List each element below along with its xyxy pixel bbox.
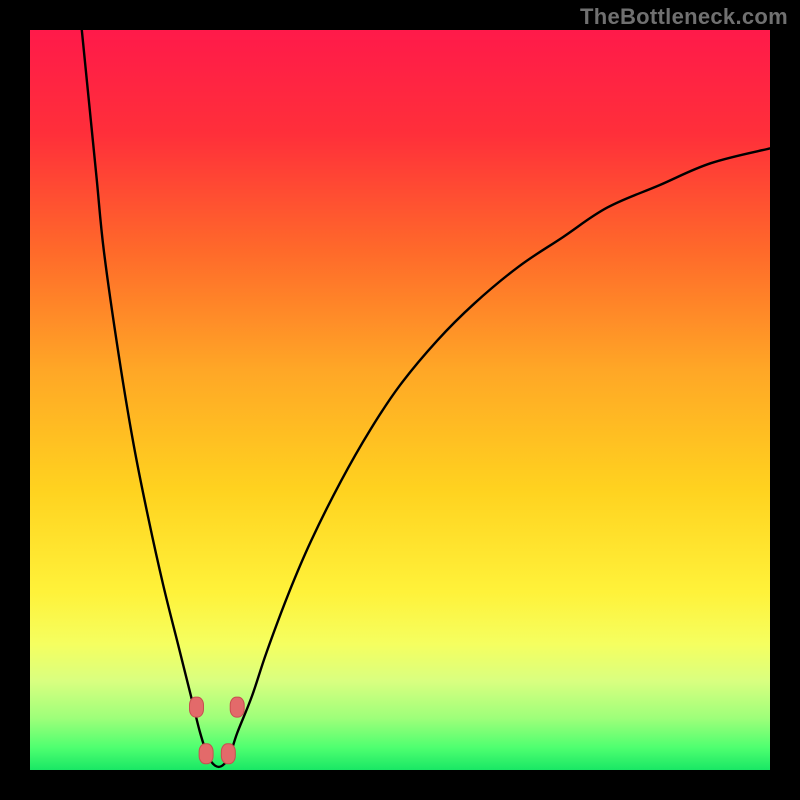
chart-frame: TheBottleneck.com [0, 0, 800, 800]
curve-marker [190, 697, 204, 717]
gradient-background [30, 30, 770, 770]
plot-area [30, 30, 770, 770]
curve-marker [230, 697, 244, 717]
watermark-text: TheBottleneck.com [580, 4, 788, 30]
curve-marker [221, 744, 235, 764]
curve-marker [199, 744, 213, 764]
chart-svg [30, 30, 770, 770]
